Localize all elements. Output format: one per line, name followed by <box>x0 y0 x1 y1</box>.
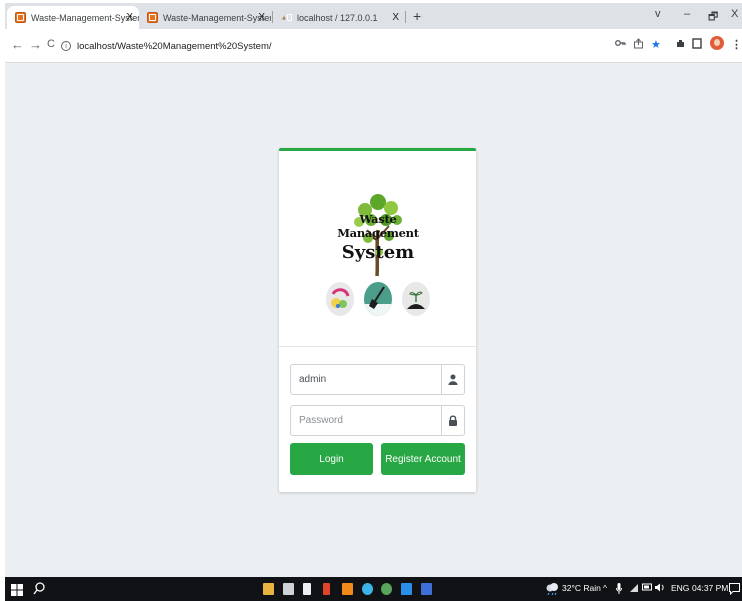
site-info-icon[interactable]: i <box>61 41 71 51</box>
xampp-icon[interactable] <box>342 583 353 595</box>
search-icon[interactable] <box>33 582 45 600</box>
tab-waste-management-1[interactable]: Waste-Management-System X <box>7 6 139 29</box>
shovel-icon <box>364 282 392 316</box>
user-icon <box>441 365 464 394</box>
browser-window: Waste-Management-System X Waste-Manageme… <box>5 3 742 601</box>
tab-title: localhost / 127.0.0.1 / waste_ma <box>297 12 379 23</box>
username-field <box>290 364 465 395</box>
favicon-icon <box>15 12 26 23</box>
recycle-brain-icon <box>326 282 354 316</box>
address-bar[interactable]: i localhost/Waste%20Management%20System/ <box>61 34 651 58</box>
language-indicator[interactable]: ENG <box>671 583 689 593</box>
taskbar-app-icon[interactable] <box>421 583 432 595</box>
key-icon[interactable] <box>615 38 626 50</box>
logo-title-line2: System <box>341 242 415 263</box>
favicon-icon <box>147 12 158 23</box>
weather-text[interactable]: 32°C Rain <box>562 583 601 593</box>
seedling-soil-icon <box>402 282 430 316</box>
reload-button[interactable]: C <box>47 38 55 50</box>
url-text: localhost/Waste%20Management%20System/ <box>77 40 272 52</box>
back-button[interactable]: ← <box>11 37 24 52</box>
profile-avatar[interactable] <box>710 36 724 50</box>
logo-title-line1: Waste Management <box>337 212 419 240</box>
login-card: Waste Management System admin Login Regi… <box>279 148 476 492</box>
tab-title: Waste-Management-System <box>163 12 271 23</box>
phpmyadmin-icon <box>281 12 292 23</box>
tab-close-icon[interactable]: X <box>392 12 399 23</box>
share-icon[interactable] <box>633 38 644 52</box>
tab-close-icon[interactable]: X <box>126 12 133 23</box>
password-input[interactable] <box>291 406 441 435</box>
restore-button[interactable]: 🗗 <box>708 8 718 27</box>
tab-waste-management-2[interactable]: Waste-Management-System X <box>139 6 271 29</box>
vscode-icon[interactable] <box>401 583 412 595</box>
password-field <box>290 405 465 436</box>
tab-phpmyadmin[interactable]: localhost / 127.0.0.1 / waste_ma X <box>273 6 405 29</box>
minimize-button[interactable]: – <box>684 8 690 20</box>
menu-kebab-icon[interactable]: ⋮ <box>731 38 742 51</box>
weather-icon[interactable] <box>545 582 559 600</box>
office-icon[interactable] <box>323 583 330 595</box>
login-button[interactable]: Login <box>290 443 373 475</box>
tab-strip: Waste-Management-System X Waste-Manageme… <box>5 3 742 29</box>
extensions-icon[interactable] <box>675 38 686 52</box>
taskbar-app-icon[interactable] <box>283 583 294 595</box>
lock-icon <box>441 406 464 435</box>
clock[interactable]: 04:37 PM <box>692 583 728 593</box>
waste-management-logo: Waste Management System <box>323 190 433 280</box>
tab-search-button[interactable]: v <box>655 8 661 20</box>
file-explorer-icon[interactable] <box>263 583 274 595</box>
windows-taskbar: 32°C Rain ^ ENG 04:37 PM <box>5 577 742 601</box>
tab-title: Waste-Management-System <box>31 12 139 23</box>
battery-icon[interactable] <box>642 583 653 593</box>
tab-separator <box>405 11 406 23</box>
login-card-header: Waste Management System <box>279 151 476 347</box>
logo-circles <box>326 282 430 318</box>
browser-toolbar: ← → C i localhost/Waste%20Management%20S… <box>5 29 742 63</box>
new-tab-button[interactable]: + <box>413 8 421 24</box>
tab-close-icon[interactable]: X <box>258 12 265 23</box>
username-input[interactable] <box>291 365 441 394</box>
network-icon[interactable] <box>629 583 639 595</box>
close-window-button[interactable]: X <box>731 8 738 20</box>
chrome-icon[interactable] <box>362 583 373 595</box>
forward-button[interactable]: → <box>29 37 42 52</box>
microphone-icon[interactable] <box>616 583 622 596</box>
chevron-up-icon[interactable]: ^ <box>603 583 607 593</box>
side-panel-icon[interactable] <box>692 38 702 52</box>
notifications-icon[interactable] <box>729 582 740 600</box>
register-account-button[interactable]: Register Account <box>381 443 465 475</box>
chrome-active-icon[interactable] <box>381 583 392 595</box>
taskbar-app-icon[interactable] <box>303 583 311 595</box>
bookmark-star-icon[interactable]: ★ <box>651 38 661 51</box>
volume-icon[interactable] <box>655 583 665 594</box>
windows-start-icon[interactable] <box>11 583 23 601</box>
